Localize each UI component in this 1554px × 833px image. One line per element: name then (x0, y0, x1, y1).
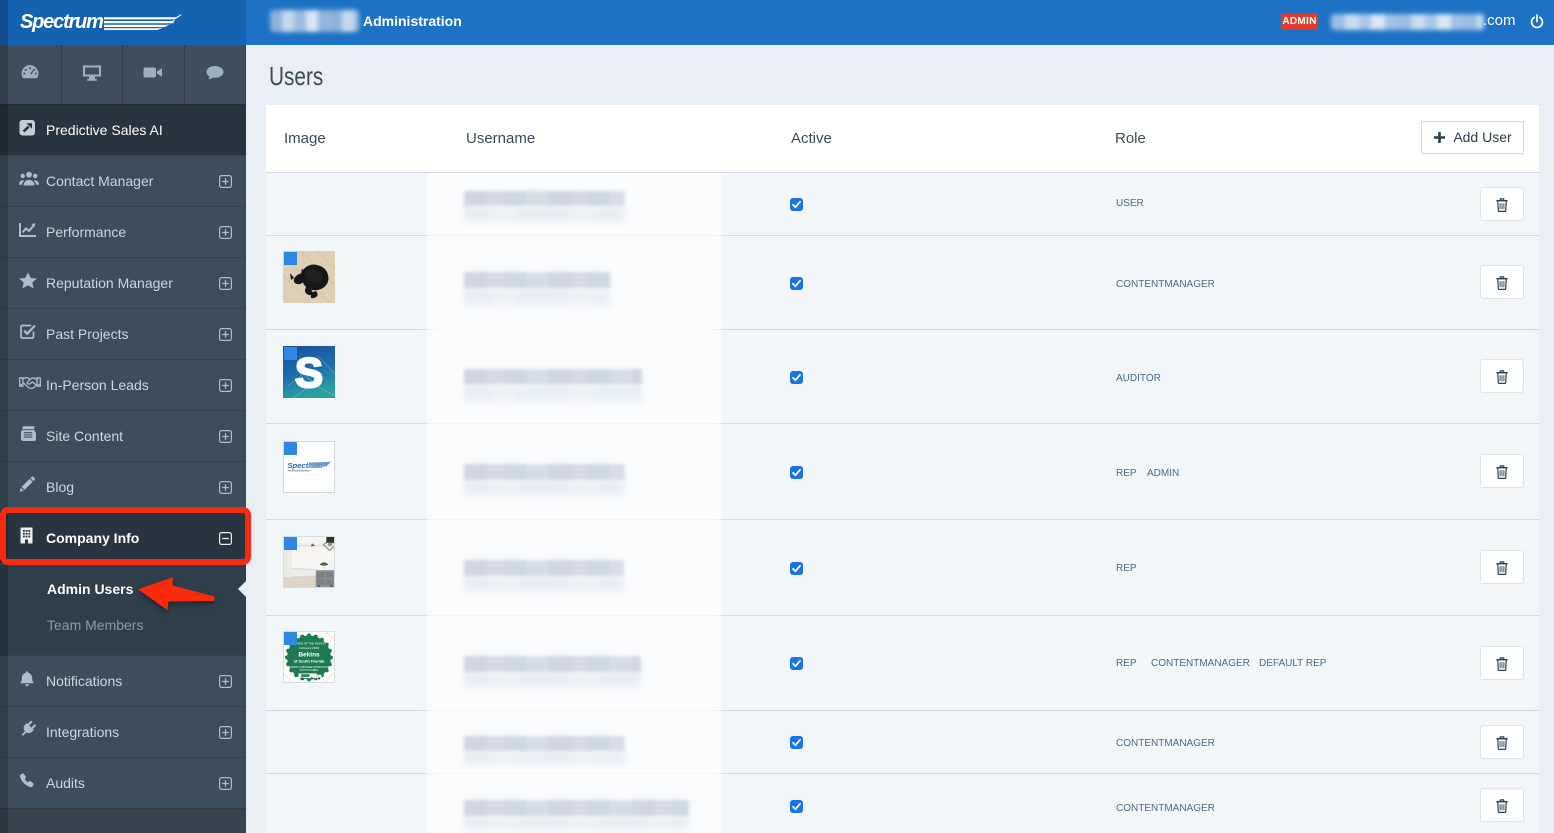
svg-text:February 2016: February 2016 (299, 646, 319, 650)
svg-text:S: S (295, 349, 323, 396)
svg-text:HIGHEST CUSTOMER SATISFACTION: HIGHEST CUSTOMER SATISFACTION (289, 666, 330, 669)
svg-text:of South Florida: of South Florida (294, 658, 326, 663)
svg-text:SOUTH FLORIDA: SOUTH FLORIDA (300, 669, 319, 672)
